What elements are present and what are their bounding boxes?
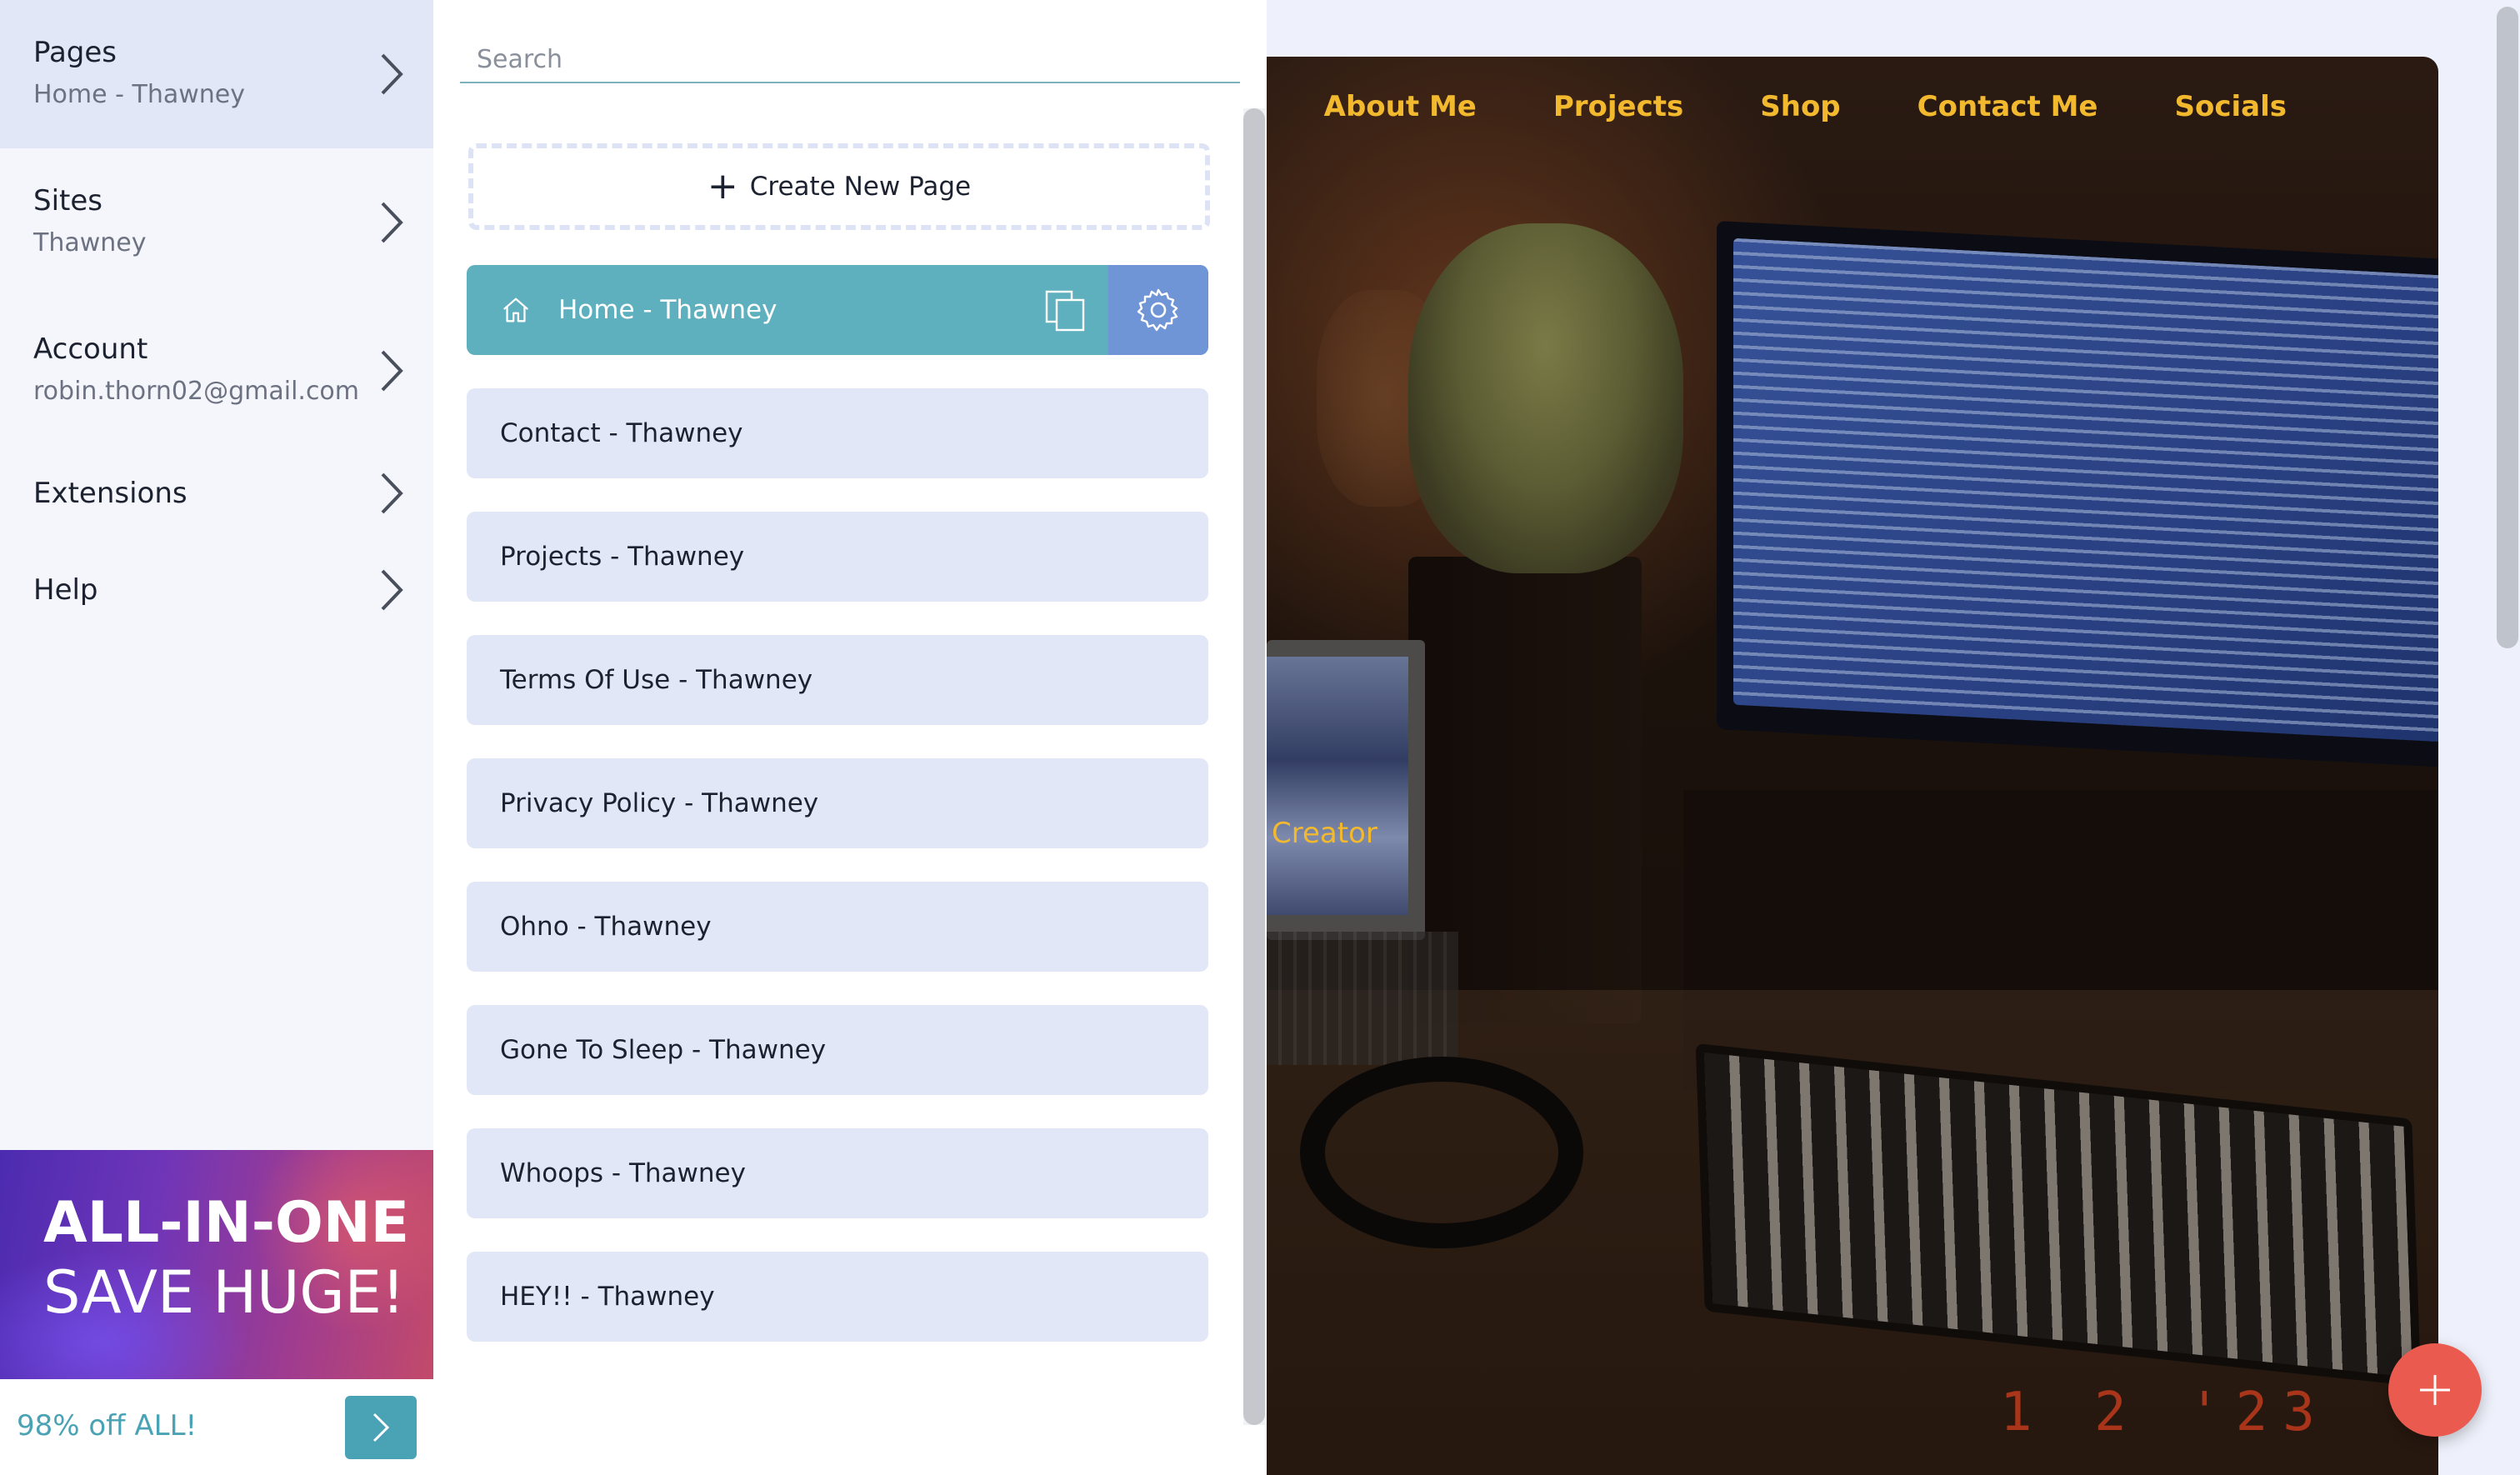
page-row[interactable]: Contact - Thawney (467, 388, 1208, 478)
nav-item-help[interactable]: Help (0, 542, 433, 638)
plus-icon: + (707, 165, 738, 208)
home-icon (467, 265, 533, 355)
site-nav-socials[interactable]: Socials (2175, 90, 2288, 123)
page-row-home[interactable]: Home - Thawney (467, 265, 1208, 355)
gear-icon (1137, 288, 1178, 332)
nav-item-text: Help (33, 572, 433, 608)
page-row[interactable]: Projects - Thawney (467, 512, 1208, 602)
nav-item-sites[interactable]: Sites Thawney (0, 148, 433, 297)
page-row[interactable]: Ohno - Thawney (467, 882, 1208, 972)
nav-item-label: Help (33, 573, 98, 607)
preview-scrollbar-thumb[interactable] (2497, 7, 2518, 648)
hero-title: Creator (1272, 817, 1378, 850)
page-row-label: Terms Of Use - Thawney (500, 665, 813, 695)
create-page-label: Create New Page (749, 172, 972, 202)
preview-decor (1300, 1057, 1583, 1248)
create-page-button[interactable]: + Create New Page (468, 143, 1210, 230)
nav-item-account[interactable]: Account robin.thorn02@gmail.com (0, 297, 433, 445)
panel-scrollbar-thumb[interactable] (1243, 108, 1265, 1425)
page-row-label: Ohno - Thawney (500, 912, 712, 942)
nav-item-text: Account robin.thorn02@gmail.com (33, 331, 433, 411)
page-row[interactable]: Terms Of Use - Thawney (467, 635, 1208, 725)
page-row-label: Projects - Thawney (500, 542, 745, 572)
preview-decor (1733, 238, 2438, 742)
chevron-right-icon (375, 198, 408, 248)
site-nav-shop[interactable]: Shop (1760, 90, 1840, 123)
nav-item-subtitle: Home - Thawney (33, 80, 245, 109)
left-navigation: Pages Home - Thawney Sites Thawney Accou… (0, 0, 433, 1475)
promo-footer: 98% off ALL! (0, 1379, 433, 1475)
preview-decor (1267, 932, 1458, 1065)
nav-item-subtitle: robin.thorn02@gmail.com (33, 377, 360, 406)
photo-date-stamp: 1 2 '23 (2000, 1382, 2330, 1443)
page-settings-button[interactable] (1108, 265, 1208, 355)
site-nav-contact[interactable]: Contact Me (1918, 90, 2098, 123)
nav-item-text: Sites Thawney (33, 182, 433, 262)
nav-item-label: Pages (33, 36, 118, 69)
preview-decor (1267, 657, 1408, 915)
preview-decor (1408, 223, 1683, 573)
search-input[interactable] (460, 37, 1240, 83)
promo-subheadline: SAVE HUGE! (43, 1258, 405, 1327)
nav-item-pages[interactable]: Pages Home - Thawney (0, 0, 433, 148)
page-row-label: HEY!! - Thawney (500, 1282, 715, 1312)
page-row[interactable]: Privacy Policy - Thawney (467, 758, 1208, 848)
chevron-right-icon (372, 1412, 390, 1442)
page-row-label: Contact - Thawney (500, 418, 743, 448)
site-preview: 1 2 '23 Creator About Me Projects Shop C… (1267, 0, 2520, 1475)
site-nav-projects[interactable]: Projects (1553, 90, 1683, 123)
promo-arrow-button[interactable] (345, 1396, 417, 1459)
promo-headline: ALL-IN-ONE (43, 1190, 410, 1256)
page-row[interactable]: Gone To Sleep - Thawney (467, 1005, 1208, 1095)
page-row-label: Privacy Policy - Thawney (500, 788, 819, 818)
preview-hero-image: 1 2 '23 Creator (1267, 57, 2438, 1475)
pages-panel: + Create New Page Home - Thawney Contact… (433, 0, 1267, 1475)
site-navigation: About Me Projects Shop Contact Me Social… (1267, 57, 2438, 157)
nav-item-subtitle: Thawney (33, 228, 147, 258)
promo-banner[interactable]: ALL-IN-ONE SAVE HUGE! (0, 1150, 433, 1379)
plus-icon (2420, 1375, 2450, 1405)
nav-item-label: Extensions (33, 477, 188, 510)
page-row-label: Gone To Sleep - Thawney (500, 1035, 827, 1065)
page-row-label: Whoops - Thawney (500, 1158, 746, 1188)
page-row[interactable]: HEY!! - Thawney (467, 1252, 1208, 1342)
nav-item-label: Account (33, 332, 148, 366)
chevron-right-icon (375, 565, 408, 615)
page-row[interactable]: Whoops - Thawney (467, 1128, 1208, 1218)
chevron-right-icon (375, 346, 408, 396)
duplicate-page-icon[interactable] (1022, 265, 1108, 355)
nav-item-extensions[interactable]: Extensions (0, 445, 433, 542)
nav-item-text: Pages Home - Thawney (33, 34, 433, 114)
nav-item-label: Sites (33, 184, 102, 218)
nav-item-text: Extensions (33, 475, 433, 512)
add-element-button[interactable] (2388, 1343, 2482, 1437)
chevron-right-icon (375, 468, 408, 518)
chevron-right-icon (375, 49, 408, 99)
page-row-label: Home - Thawney (558, 295, 778, 325)
promo-offer-text: 98% off ALL! (17, 1409, 198, 1442)
site-nav-about[interactable]: About Me (1324, 90, 1477, 123)
